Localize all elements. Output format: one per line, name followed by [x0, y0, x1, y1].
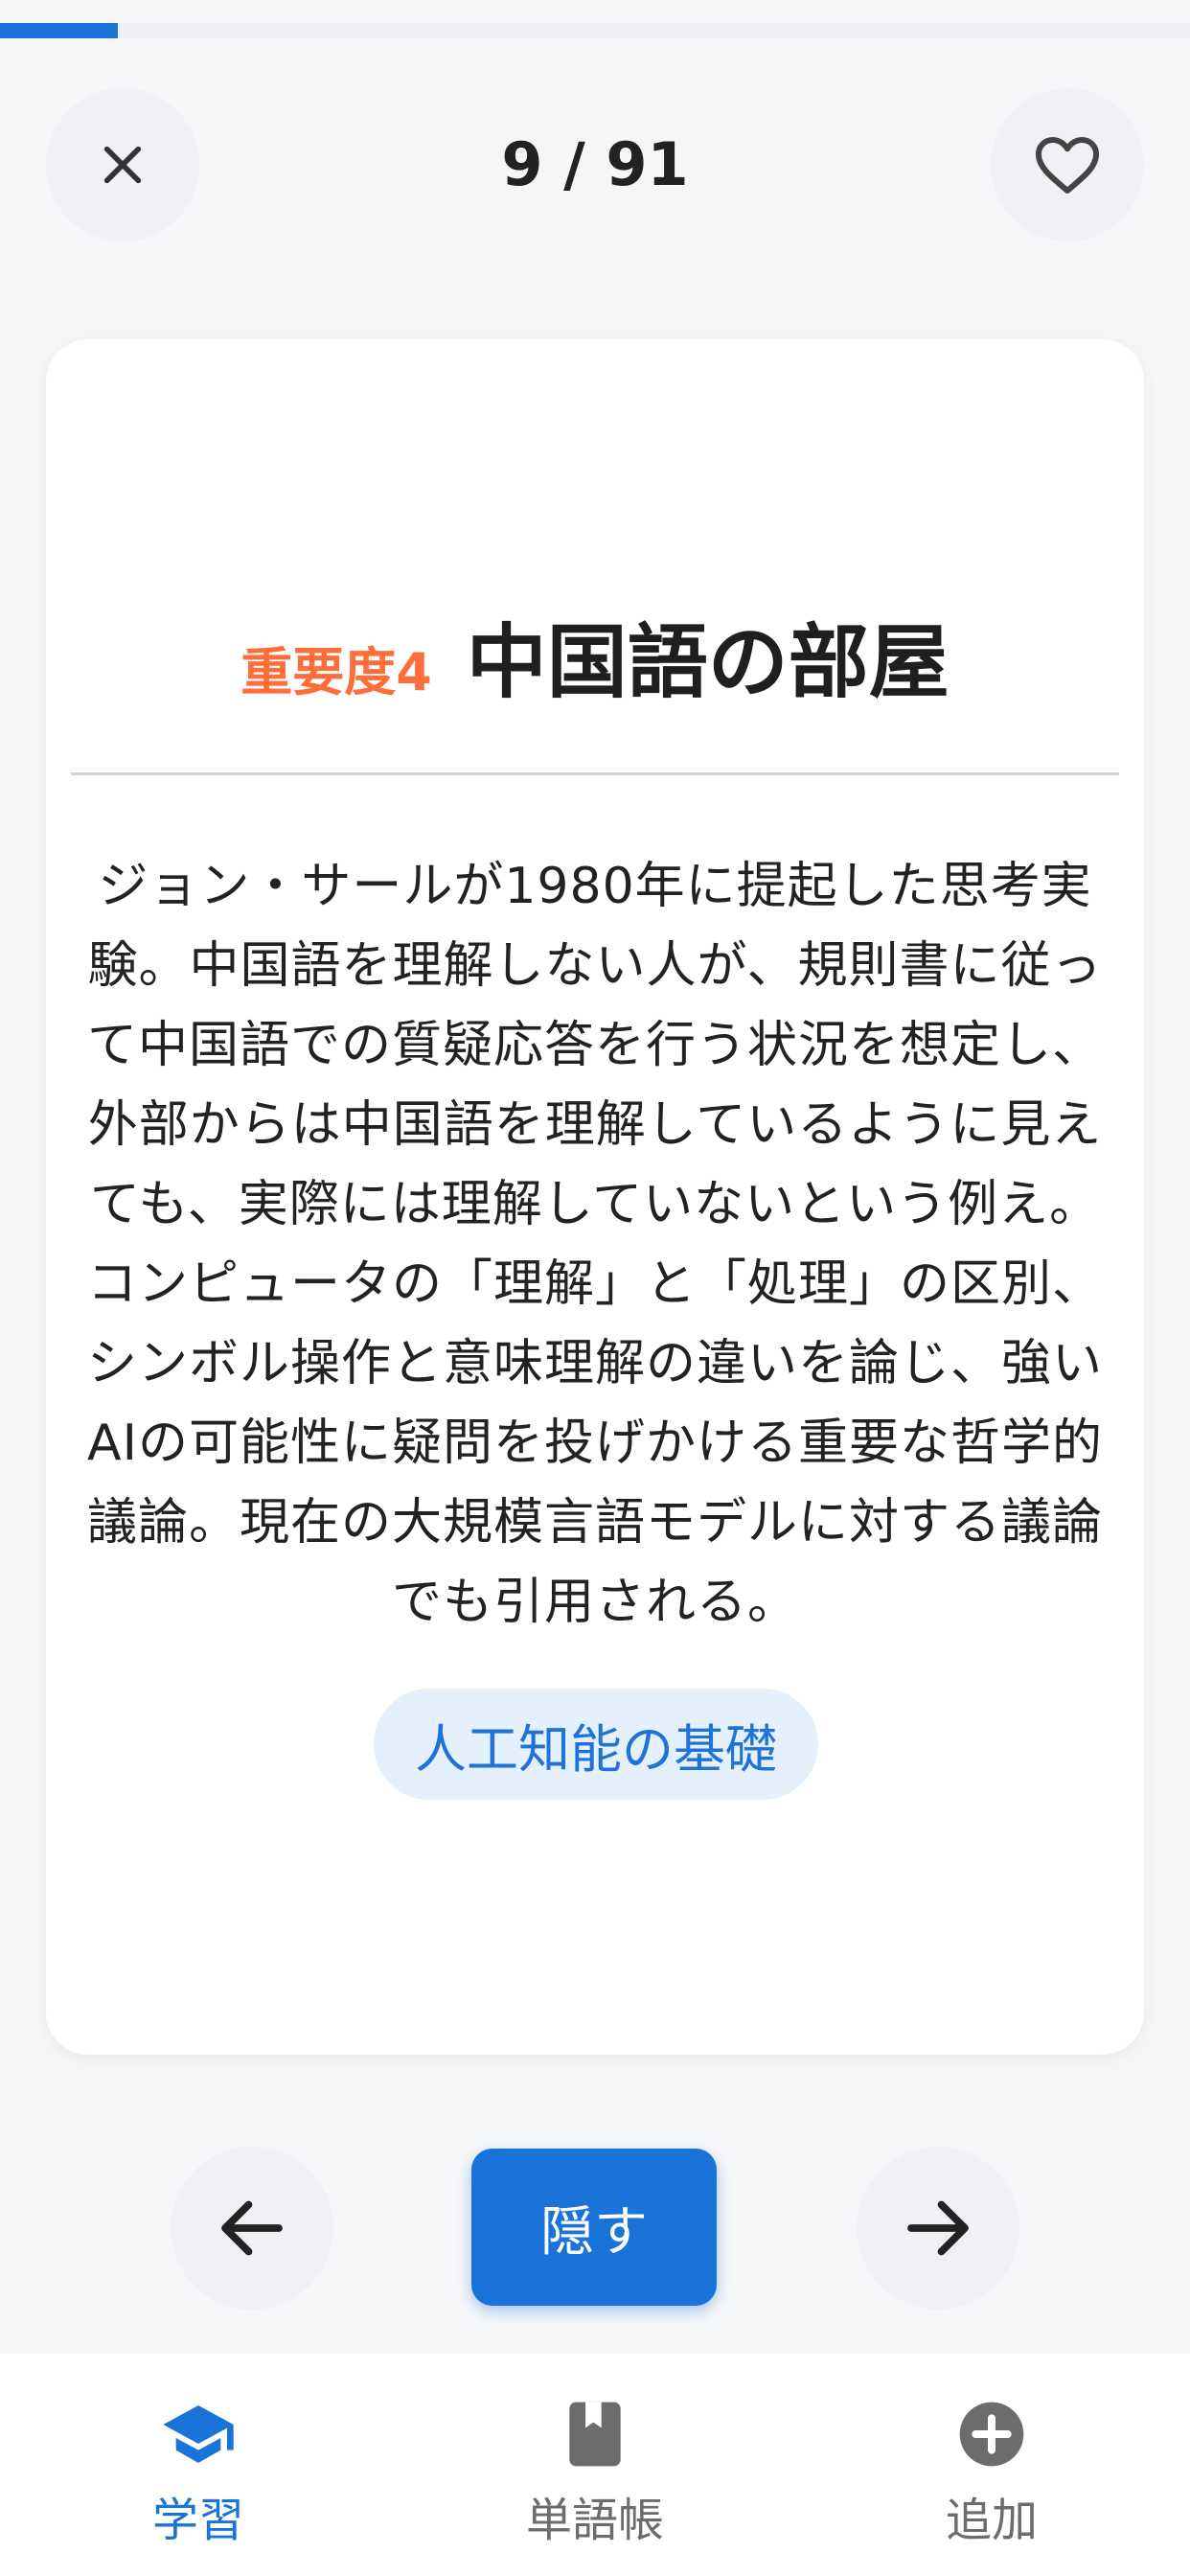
flashcard[interactable]: 重要度4 中国語の部屋 ジョン・サールが1980年に提起した思考実験。中国語を理…	[46, 339, 1144, 2055]
term-title: 中国語の部屋	[466, 615, 950, 709]
bottom-navigation: 学習 単語帳 追加	[0, 2354, 1190, 2576]
divider	[71, 772, 1119, 775]
favorite-button[interactable]	[991, 88, 1144, 242]
close-icon	[103, 146, 142, 184]
nav-label-study: 学習	[151, 2494, 244, 2547]
progress-bar	[0, 23, 1190, 38]
nav-item-add[interactable]: 追加	[793, 2354, 1190, 2576]
heart-icon	[1035, 137, 1100, 194]
nav-label-add: 追加	[945, 2494, 1038, 2547]
card-title-row: 重要度4 中国語の部屋	[46, 598, 1144, 714]
progress-fill	[0, 23, 118, 38]
next-button[interactable]	[857, 2147, 1019, 2310]
graduation-cap-icon	[163, 2405, 234, 2463]
nav-label-wordbook: 単語帳	[525, 2494, 664, 2547]
book-icon	[569, 2402, 621, 2467]
importance-label: 重要度4	[240, 642, 432, 702]
card-counter: 9 / 91	[501, 129, 689, 199]
previous-button[interactable]	[171, 2147, 333, 2310]
category-tag[interactable]: 人工知能の基礎	[374, 1689, 818, 1800]
flashcard-screen: 9 / 91 重要度4 中国語の部屋 ジョン・サールが1980年に提起した思考実…	[0, 0, 1190, 2576]
nav-item-study[interactable]: 学習	[0, 2354, 397, 2576]
nav-item-wordbook[interactable]: 単語帳	[397, 2354, 793, 2576]
arrow-right-icon	[907, 2200, 969, 2256]
definition-text: ジョン・サールが1980年に提起した思考実験。中国語を理解しない人が、規則書に従…	[86, 858, 1103, 1631]
hide-button[interactable]: 隠す	[471, 2149, 717, 2306]
add-circle-icon	[959, 2402, 1024, 2467]
close-button[interactable]	[46, 88, 199, 242]
arrow-left-icon	[221, 2200, 283, 2256]
